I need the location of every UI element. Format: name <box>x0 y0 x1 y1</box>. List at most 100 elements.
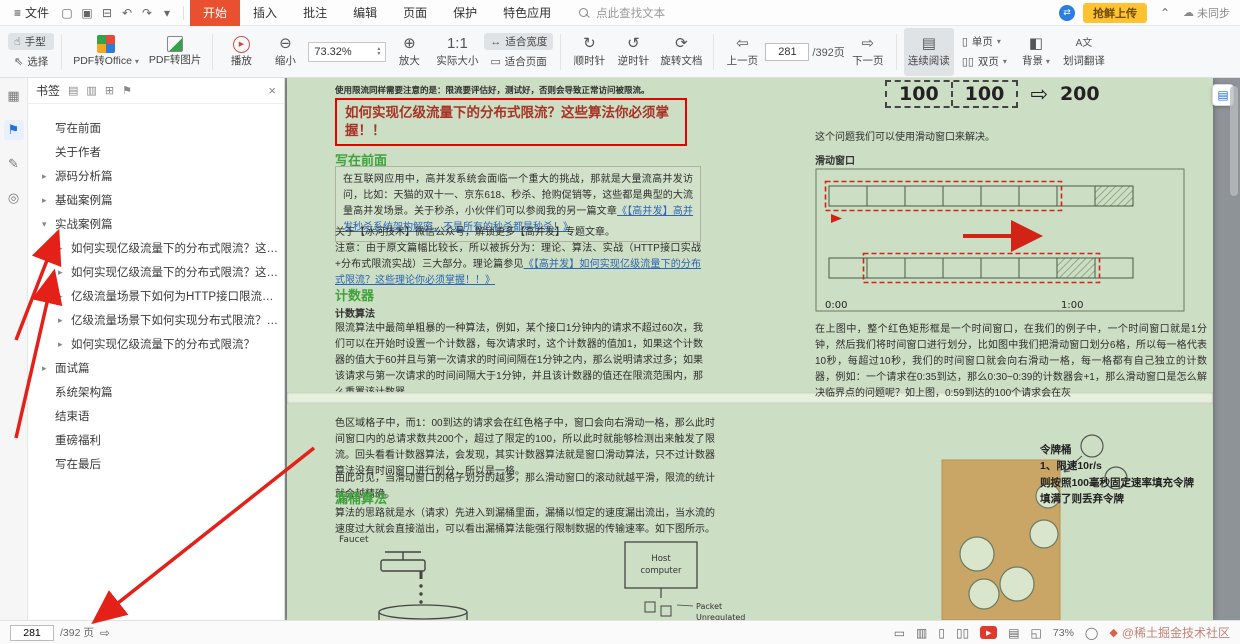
widget-icon: ▤ <box>1217 88 1229 102</box>
next-page-button[interactable]: ⇨ 下一页 <box>847 28 889 76</box>
chevron-right-icon[interactable]: ▸ <box>58 315 71 326</box>
open-file-icon[interactable]: ▢ <box>57 6 77 20</box>
upload-button[interactable]: 抢鲜上传 <box>1083 2 1147 23</box>
read-mode-icon[interactable]: ▤ <box>1008 626 1019 640</box>
undo-icon[interactable]: ↶ <box>117 6 137 20</box>
list-view-icon[interactable]: ▥ <box>86 84 96 97</box>
chevron-right-icon[interactable]: ▸ <box>42 195 55 206</box>
divider <box>61 33 63 70</box>
rotate-cw-button[interactable]: ↻ 顺时针 <box>568 28 610 76</box>
chevron-right-icon[interactable]: ▸ <box>58 267 71 278</box>
continuous-read-button[interactable]: ▤ 连续阅读 <box>903 27 954 76</box>
tab-protect[interactable]: 保护 <box>440 0 490 26</box>
video-tutorial-icon[interactable]: ▶ <box>980 626 998 639</box>
hand-tool-label: 手型 <box>24 36 46 48</box>
collapse-ribbon-icon[interactable]: ⌃ <box>1155 6 1175 20</box>
bookmarks-panel-icon[interactable]: ⚑ <box>3 120 24 140</box>
add-bookmark-icon[interactable]: ⊞ <box>105 84 114 97</box>
document-viewport[interactable]: 使用限流同样需要注意的是：限流要评估好，测试好，否则会导致正常访问被限流。 如何… <box>285 78 1240 620</box>
tab-home[interactable]: 开始 <box>190 0 241 26</box>
zoom-spinner[interactable]: ▴ ▾ <box>377 46 380 57</box>
vertical-scrollbar[interactable] <box>1230 86 1238 196</box>
bookmark-item[interactable]: 写在前面 <box>28 116 284 140</box>
bookmark-item[interactable]: 写在最后 <box>28 452 284 476</box>
fullscreen-icon[interactable]: ◱ <box>1031 626 1042 640</box>
zoom-out-button[interactable]: ⊖ 缩小 <box>264 28 306 76</box>
actual-size-button[interactable]: 1:1 实际大小 <box>432 28 482 76</box>
fit-page-button[interactable]: ▭ 适合页面 <box>484 53 553 70</box>
sync-status[interactable]: ☁ 未同步 <box>1183 5 1230 21</box>
outline-view-icon[interactable]: ▤ <box>68 84 78 97</box>
thumbnails-panel-icon[interactable]: ▦ <box>4 86 24 106</box>
bookmark-item[interactable]: ▸亿级流量场景下如何为HTTP接口限流？看完我... <box>28 284 284 308</box>
annotations-panel-icon[interactable]: ✎ <box>4 154 24 174</box>
search-box[interactable]: 点此查找文本 <box>578 5 665 21</box>
bookmark-item[interactable]: ▸如何实现亿级流量下的分布式限流？这些算法... <box>28 260 284 284</box>
chevron-right-icon[interactable]: ▸ <box>42 171 55 182</box>
save-icon[interactable]: ▣ <box>77 6 97 20</box>
pdf-to-image-button[interactable]: PDF转图片 <box>145 28 206 76</box>
goto-page-icon[interactable]: ⇨ <box>100 626 110 640</box>
presentation-icon[interactable]: ▭ <box>894 626 905 640</box>
background-label: 背景 ▾ <box>1021 55 1050 67</box>
flag-bookmark-icon[interactable]: ⚑ <box>122 84 132 97</box>
bookmark-item[interactable]: ▸亿级流量场景下如何实现分布式限流？看完彻... <box>28 308 284 332</box>
select-tool-button[interactable]: ⇖ 选择 <box>8 53 54 70</box>
single-page-button[interactable]: ▯ 单页 ▾ <box>956 33 1013 50</box>
file-menu[interactable]: ≡ 文件 <box>6 4 57 21</box>
quickbar-dropdown-icon[interactable]: ▾ <box>157 6 177 20</box>
bookmark-item[interactable]: ▸ 面试篇 <box>28 356 284 380</box>
chevron-down-icon[interactable]: ▾ <box>42 219 55 230</box>
thumbnail-view-icon[interactable]: ▥ <box>916 626 927 640</box>
rotate-ccw-button[interactable]: ↺ 逆时针 <box>612 28 654 76</box>
bookmark-item[interactable]: ▸ 如何实现亿级流量下的分布式限流？ <box>28 332 284 356</box>
bookmark-item[interactable]: 关于作者 <box>28 140 284 164</box>
fit-width-icon: ↔ <box>490 35 502 48</box>
zoom-knob-icon[interactable]: ◯ <box>1085 626 1098 640</box>
pdf-to-office-button[interactable]: PDF转Office ▾ <box>69 28 143 76</box>
play-button[interactable]: ▶ 播放 <box>220 28 262 76</box>
close-panel-icon[interactable]: × <box>268 83 276 98</box>
chevron-right-icon[interactable]: ▸ <box>42 363 55 374</box>
tab-edit[interactable]: 编辑 <box>340 0 390 26</box>
attachments-panel-icon[interactable]: ◎ <box>4 188 24 208</box>
bookmark-item[interactable]: ▾ 实战案例篇 <box>28 212 284 236</box>
tab-insert[interactable]: 插入 <box>240 0 290 26</box>
rotate-doc-button[interactable]: ⟳ 旋转文档 <box>656 28 706 76</box>
bookmark-item[interactable]: ▸ 源码分析篇 <box>28 164 284 188</box>
tab-annotate[interactable]: 批注 <box>290 0 340 26</box>
print-icon[interactable]: ⊟ <box>97 6 117 20</box>
tab-page[interactable]: 页面 <box>390 0 440 26</box>
redo-icon[interactable]: ↷ <box>137 6 157 20</box>
hand-tool-button[interactable]: ☝ 手型 <box>8 33 55 50</box>
bookmark-item[interactable]: 系统架构篇 <box>28 380 284 404</box>
bookmark-item[interactable]: 重磅福利 <box>28 428 284 452</box>
page-number-input[interactable] <box>765 42 810 61</box>
tab-special-apps[interactable]: 特色应用 <box>490 0 564 26</box>
actual-size-icon: 1:1 <box>446 35 468 52</box>
cloud-sync-icon[interactable]: ⇄ <box>1059 4 1075 21</box>
bookmark-item[interactable]: ▸ 基础案例篇 <box>28 188 284 212</box>
translate-button[interactable]: A文 划词翻译 <box>1059 28 1109 76</box>
prev-page-button[interactable]: ⇦ 上一页 <box>721 28 763 76</box>
sliding-window-label: 滑动窗口 <box>815 156 855 167</box>
status-page-input[interactable] <box>10 624 54 641</box>
chevron-right-icon[interactable]: ▸ <box>58 243 71 254</box>
sync-status-label: 未同步 <box>1197 7 1230 20</box>
chevron-right-icon[interactable]: ▸ <box>58 339 71 350</box>
double-page-button[interactable]: ▯▯ 双页 ▾ <box>956 53 1013 70</box>
single-page-view-icon[interactable]: ▯ <box>938 626 945 640</box>
dashed-cells: 100 100 <box>885 80 1019 108</box>
double-page-view-icon[interactable]: ▯▯ <box>956 626 969 640</box>
zoom-in-button[interactable]: ⊕ 放大 <box>388 28 430 76</box>
fit-width-button[interactable]: ↔ 适合宽度 <box>484 33 554 50</box>
zoom-out-icon: ⊖ <box>279 35 292 52</box>
chevron-right-icon[interactable]: ▸ <box>58 291 71 302</box>
bookmark-item[interactable]: 结束语 <box>28 404 284 428</box>
zoom-level-select[interactable]: 73.32% ▴ ▾ <box>308 41 387 62</box>
svg-text:computer: computer <box>641 566 682 576</box>
bookmark-item[interactable]: ▸如何实现亿级流量下的分布式限流？这些理论你... <box>28 236 284 260</box>
pdf-to-office-label: PDF转Office ▾ <box>73 55 139 67</box>
background-button[interactable]: ◧ 背景 ▾ <box>1015 28 1057 76</box>
divider <box>713 33 715 70</box>
